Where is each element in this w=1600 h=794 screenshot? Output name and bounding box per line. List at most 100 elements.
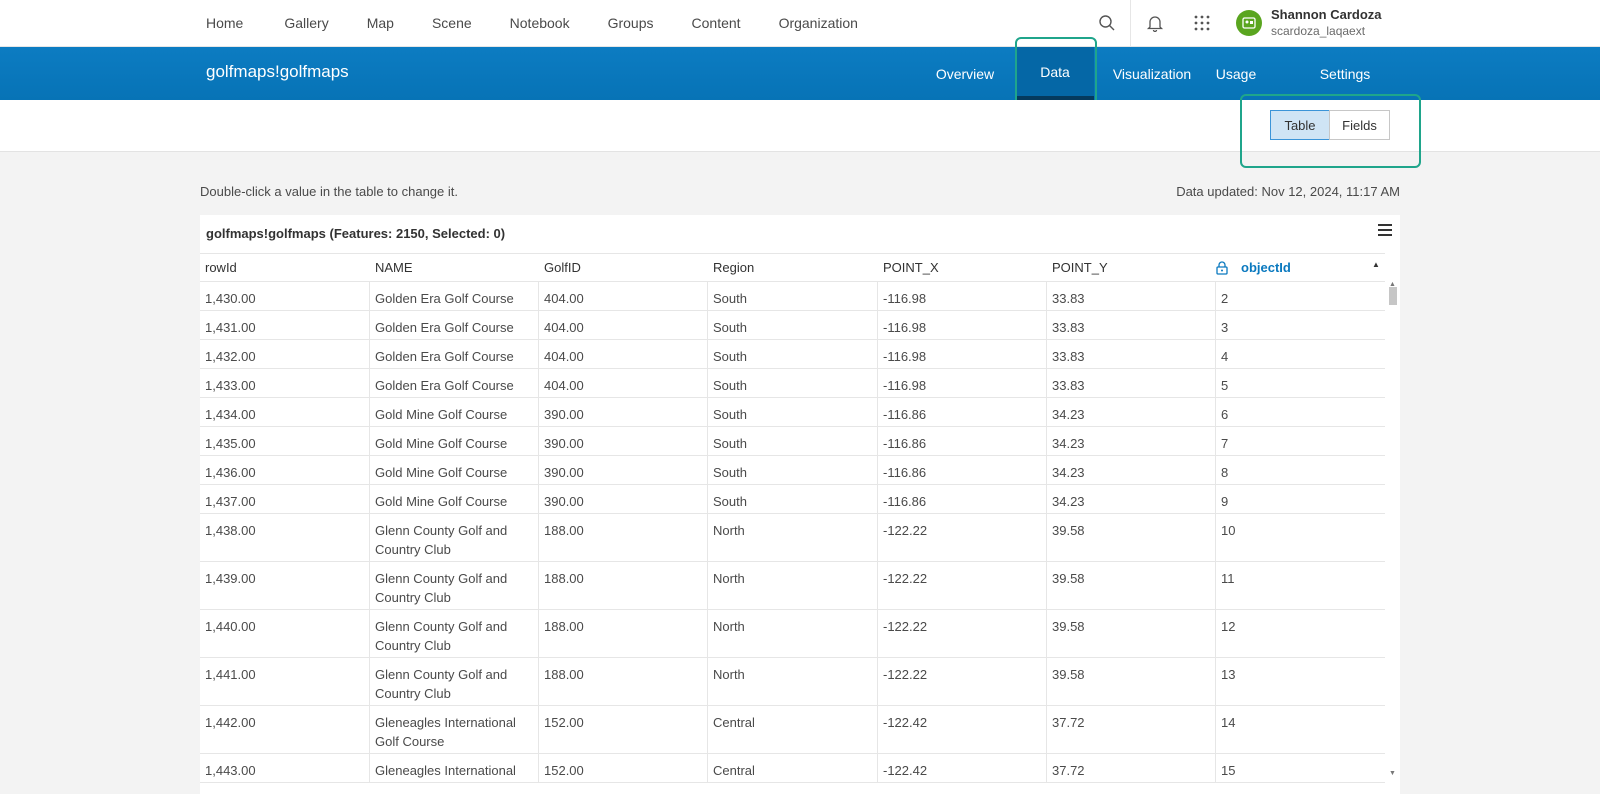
table-cell-objectid[interactable]: 10	[1215, 514, 1385, 561]
column-header-rowid[interactable]: rowId	[205, 254, 237, 282]
table-cell-golfid[interactable]: 404.00	[538, 282, 707, 310]
table-row[interactable]: 1,441.00 Glenn County Golf and Country Cl…	[200, 658, 1385, 706]
table-cell-objectid[interactable]: 7	[1215, 427, 1385, 455]
table-cell-golfid[interactable]: 188.00	[538, 562, 707, 609]
table-cell-rowid[interactable]: 1,435.00	[200, 427, 369, 455]
table-cell-region[interactable]: South	[707, 369, 877, 397]
table-cell-objectid[interactable]: 5	[1215, 369, 1385, 397]
table-cell-point-y[interactable]: 39.58	[1046, 562, 1215, 609]
table-cell-objectid[interactable]: 11	[1215, 562, 1385, 609]
tab-overview[interactable]: Overview	[924, 47, 1006, 100]
column-header-objectid[interactable]: objectId	[1241, 254, 1291, 282]
table-cell-golfid[interactable]: 404.00	[538, 369, 707, 397]
table-cell-name[interactable]: Glenn County Golf and Country Club	[369, 514, 538, 561]
table-cell-objectid[interactable]: 14	[1215, 706, 1385, 753]
table-row[interactable]: 1,432.00 Golden Era Golf Course 404.00 Sout…	[200, 340, 1385, 369]
table-cell-name[interactable]: Golden Era Golf Course	[369, 369, 538, 397]
column-header-name[interactable]: NAME	[375, 254, 413, 282]
table-cell-point-x[interactable]: -116.98	[877, 311, 1046, 339]
tab-visualization[interactable]: Visualization	[1104, 47, 1200, 100]
table-cell-golfid[interactable]: 188.00	[538, 658, 707, 705]
table-row[interactable]: 1,437.00 Gold Mine Golf Course 390.00 South…	[200, 485, 1385, 514]
nav-groups[interactable]: Groups	[608, 15, 654, 31]
table-cell-objectid[interactable]: 4	[1215, 340, 1385, 368]
table-row[interactable]: 1,436.00 Gold Mine Golf Course 390.00 South…	[200, 456, 1385, 485]
table-cell-region[interactable]: South	[707, 398, 877, 426]
table-cell-rowid[interactable]: 1,442.00	[200, 706, 369, 753]
table-cell-point-x[interactable]: -122.22	[877, 658, 1046, 705]
table-cell-point-x[interactable]: -116.86	[877, 485, 1046, 513]
table-cell-point-y[interactable]: 34.23	[1046, 398, 1215, 426]
table-row[interactable]: 1,431.00 Golden Era Golf Course 404.00 Sout…	[200, 311, 1385, 340]
table-cell-name[interactable]: Gold Mine Golf Course	[369, 456, 538, 484]
table-cell-objectid[interactable]: 6	[1215, 398, 1385, 426]
table-cell-point-y[interactable]: 37.72	[1046, 754, 1215, 782]
table-cell-region[interactable]: Central	[707, 706, 877, 753]
table-cell-name[interactable]: Glenn County Golf and Country Club	[369, 610, 538, 657]
table-cell-point-x[interactable]: -116.86	[877, 456, 1046, 484]
table-cell-golfid[interactable]: 404.00	[538, 311, 707, 339]
table-cell-point-x[interactable]: -122.42	[877, 754, 1046, 782]
table-cell-name[interactable]: Glenn County Golf and Country Club	[369, 658, 538, 705]
table-cell-name[interactable]: Gold Mine Golf Course	[369, 398, 538, 426]
table-cell-region[interactable]: Central	[707, 754, 877, 782]
table-row[interactable]: 1,439.00 Glenn County Golf and Country Cl…	[200, 562, 1385, 610]
sort-ascending-icon[interactable]: ▲	[1372, 260, 1380, 269]
column-header-point-x[interactable]: POINT_X	[883, 254, 939, 282]
table-cell-point-y[interactable]: 34.23	[1046, 485, 1215, 513]
table-cell-region[interactable]: North	[707, 562, 877, 609]
table-cell-objectid[interactable]: 2	[1215, 282, 1385, 310]
table-cell-rowid[interactable]: 1,436.00	[200, 456, 369, 484]
table-cell-name[interactable]: Glenn County Golf and Country Club	[369, 562, 538, 609]
table-cell-rowid[interactable]: 1,430.00	[200, 282, 369, 310]
table-cell-objectid[interactable]: 3	[1215, 311, 1385, 339]
table-cell-point-y[interactable]: 33.83	[1046, 311, 1215, 339]
table-cell-objectid[interactable]: 12	[1215, 610, 1385, 657]
table-cell-objectid[interactable]: 15	[1215, 754, 1385, 782]
table-row[interactable]: 1,438.00 Glenn County Golf and Country Cl…	[200, 514, 1385, 562]
table-cell-golfid[interactable]: 390.00	[538, 398, 707, 426]
table-cell-point-y[interactable]: 39.58	[1046, 610, 1215, 657]
table-cell-golfid[interactable]: 188.00	[538, 514, 707, 561]
table-cell-point-x[interactable]: -122.22	[877, 562, 1046, 609]
table-cell-name[interactable]: Golden Era Golf Course	[369, 311, 538, 339]
app-launcher-icon[interactable]	[1190, 11, 1214, 35]
table-row[interactable]: 1,430.00 Golden Era Golf Course 404.00 Sout…	[200, 282, 1385, 311]
table-cell-point-y[interactable]: 39.58	[1046, 514, 1215, 561]
table-cell-region[interactable]: North	[707, 610, 877, 657]
column-header-region[interactable]: Region	[713, 254, 754, 282]
vertical-scrollbar[interactable]	[1385, 282, 1400, 794]
scrollbar-thumb[interactable]	[1389, 287, 1397, 305]
table-cell-point-x[interactable]: -116.98	[877, 369, 1046, 397]
table-cell-point-y[interactable]: 34.23	[1046, 456, 1215, 484]
search-icon[interactable]	[1095, 11, 1119, 35]
table-cell-point-y[interactable]: 39.58	[1046, 658, 1215, 705]
user-avatar[interactable]	[1236, 10, 1262, 36]
table-cell-objectid[interactable]: 13	[1215, 658, 1385, 705]
table-cell-point-x[interactable]: -116.86	[877, 398, 1046, 426]
table-cell-golfid[interactable]: 152.00	[538, 754, 707, 782]
table-cell-golfid[interactable]: 390.00	[538, 427, 707, 455]
table-cell-rowid[interactable]: 1,432.00	[200, 340, 369, 368]
table-cell-point-x[interactable]: -122.42	[877, 706, 1046, 753]
menu-icon[interactable]	[1378, 224, 1392, 238]
table-cell-objectid[interactable]: 8	[1215, 456, 1385, 484]
table-cell-rowid[interactable]: 1,441.00	[200, 658, 369, 705]
table-cell-region[interactable]: South	[707, 456, 877, 484]
table-cell-rowid[interactable]: 1,434.00	[200, 398, 369, 426]
nav-scene[interactable]: Scene	[432, 15, 472, 31]
table-cell-point-x[interactable]: -116.98	[877, 282, 1046, 310]
nav-notebook[interactable]: Notebook	[510, 15, 570, 31]
table-cell-name[interactable]: Gleneagles International Golf Course	[369, 706, 538, 753]
table-cell-rowid[interactable]: 1,440.00	[200, 610, 369, 657]
column-header-point-y[interactable]: POINT_Y	[1052, 254, 1108, 282]
table-row[interactable]: 1,435.00 Gold Mine Golf Course 390.00 South…	[200, 427, 1385, 456]
table-cell-point-y[interactable]: 33.83	[1046, 340, 1215, 368]
table-cell-region[interactable]: South	[707, 427, 877, 455]
table-cell-rowid[interactable]: 1,443.00	[200, 754, 369, 782]
table-cell-point-y[interactable]: 33.83	[1046, 369, 1215, 397]
table-cell-golfid[interactable]: 390.00	[538, 456, 707, 484]
table-cell-name[interactable]: Golden Era Golf Course	[369, 282, 538, 310]
table-cell-region[interactable]: North	[707, 658, 877, 705]
table-cell-region[interactable]: South	[707, 311, 877, 339]
